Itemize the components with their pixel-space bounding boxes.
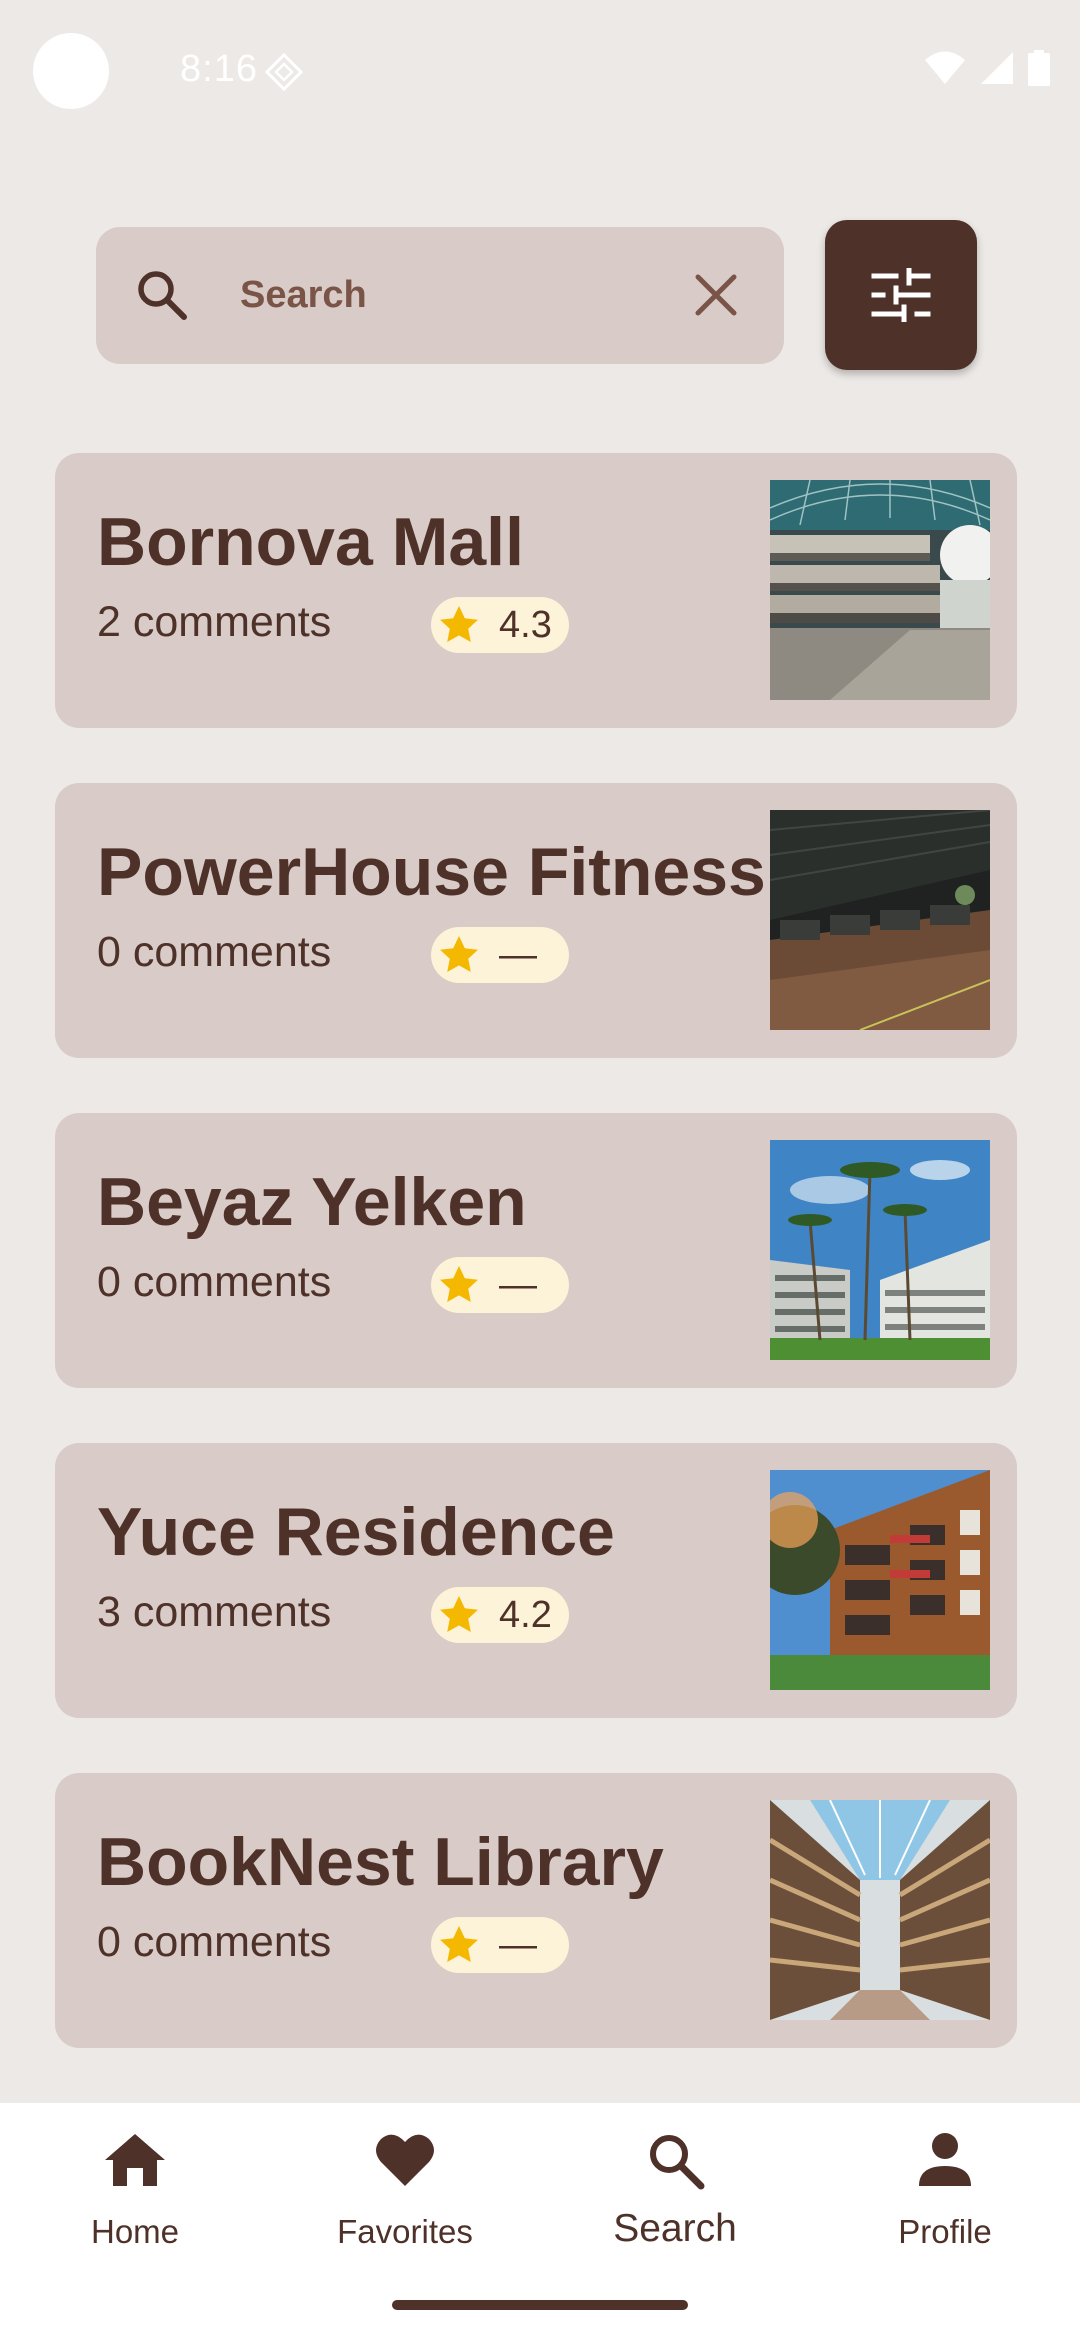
place-card-booknest-library[interactable]: BookNest Library 0 comments — (55, 1773, 1017, 2048)
place-image (770, 810, 990, 1030)
rating-badge: — (431, 927, 569, 983)
nav-item-search[interactable]: Search (540, 2103, 810, 2303)
nav-item-favorites[interactable]: Favorites (270, 2103, 540, 2303)
place-card-powerhouse-fitness[interactable]: PowerHouse Fitness 0 comments — (55, 783, 1017, 1058)
rating-value: — (499, 1923, 537, 1966)
star-icon (440, 1596, 478, 1632)
search-icon (650, 2135, 705, 2190)
rating-value: 4.2 (499, 1593, 552, 1636)
status-bar: 8:16 (0, 0, 1080, 140)
place-name: PowerHouse Fitness (97, 834, 766, 910)
person-icon (919, 2133, 971, 2186)
notification-diamond-icon (264, 52, 304, 92)
nav-label: Profile (898, 2213, 992, 2250)
star-icon (440, 606, 478, 642)
wifi-icon (925, 51, 965, 84)
star-icon (440, 1266, 478, 1302)
rating-value: — (499, 1263, 537, 1306)
rating-badge: — (431, 1917, 569, 1973)
nav-label: Home (90, 2213, 180, 2250)
nav-item-profile[interactable]: Profile (810, 2103, 1080, 2303)
comment-count: 0 comments (97, 1258, 332, 1306)
place-name: Yuce Residence (97, 1494, 615, 1570)
search-icon (138, 271, 187, 320)
nav-label: Search (613, 2207, 737, 2250)
status-time: 8:16 (180, 48, 258, 90)
status-icons (924, 50, 1050, 86)
place-image (770, 1140, 990, 1360)
place-card-yuce-residence[interactable]: Yuce Residence 3 comments 4.2 (55, 1443, 1017, 1718)
star-icon (440, 936, 478, 972)
place-card-bornova-mall[interactable]: Bornova Mall 2 comments 4.3 (55, 453, 1017, 728)
comment-count: 0 comments (97, 1918, 332, 1966)
place-name: BookNest Library (97, 1824, 664, 1900)
comment-count: 0 comments (97, 928, 332, 976)
rating-value: 4.3 (499, 603, 552, 646)
heart-icon (376, 2134, 434, 2186)
place-name: Beyaz Yelken (97, 1164, 527, 1240)
filter-button[interactable] (825, 220, 977, 370)
home-icon (105, 2134, 165, 2186)
signal-icon (981, 52, 1013, 84)
comment-count: 3 comments (97, 1588, 332, 1636)
home-indicator[interactable] (392, 2300, 688, 2310)
battery-icon (1028, 50, 1050, 86)
comment-count: 2 comments (97, 598, 332, 646)
rating-badge: 4.2 (431, 1587, 569, 1643)
nav-item-home[interactable]: Home (0, 2103, 270, 2303)
place-name: Bornova Mall (97, 504, 524, 580)
place-image (770, 1470, 990, 1690)
camera-cutout (33, 33, 109, 109)
tune-icon (871, 268, 931, 322)
place-card-beyaz-yelken[interactable]: Beyaz Yelken 0 comments — (55, 1113, 1017, 1388)
star-icon (440, 1926, 478, 1962)
nav-label: Favorites (337, 2213, 473, 2250)
rating-value: — (499, 933, 537, 976)
search-bar[interactable] (96, 227, 784, 364)
rating-badge: 4.3 (431, 597, 569, 653)
place-image (770, 1800, 990, 2020)
rating-badge: — (431, 1257, 569, 1313)
place-image (770, 480, 990, 700)
search-input[interactable] (240, 257, 640, 333)
close-icon[interactable] (688, 267, 744, 323)
